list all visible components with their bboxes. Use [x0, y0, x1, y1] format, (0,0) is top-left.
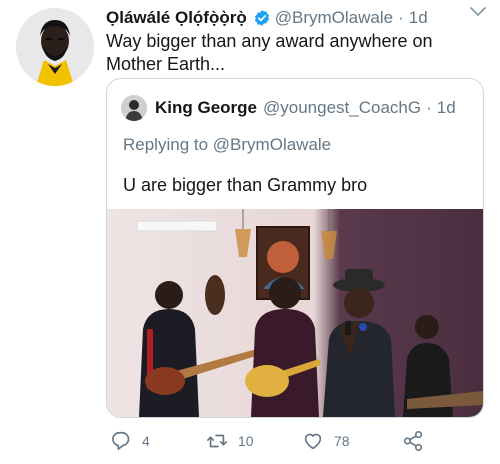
author-avatar[interactable] — [16, 8, 94, 86]
retweet-button[interactable]: 10 — [206, 430, 254, 452]
tweet-time[interactable]: 1d — [409, 8, 428, 28]
author-name[interactable]: Ọláwálé Ọlọ́fọ̀ọ̀rọ̀ — [106, 8, 247, 28]
retweet-count: 10 — [238, 433, 254, 449]
share-button[interactable] — [402, 430, 424, 452]
quoted-tweet[interactable]: King George @youngest_CoachG · 1d Replyi… — [106, 78, 484, 418]
reply-count: 4 — [142, 433, 150, 449]
replying-mention[interactable]: @BrymOlawale — [213, 135, 331, 154]
quoted-time[interactable]: 1d — [437, 98, 456, 118]
separator: · — [398, 8, 404, 27]
tweet-header: Ọláwálé Ọlọ́fọ̀ọ̀rọ̀ @BrymOlawale · 1d — [106, 6, 490, 30]
author-handle[interactable]: @BrymOlawale — [275, 8, 393, 28]
share-icon — [403, 431, 423, 451]
like-icon — [304, 433, 322, 450]
like-count: 78 — [334, 433, 350, 449]
replying-to: Replying to @BrymOlawale — [123, 135, 331, 155]
quoted-author-handle[interactable]: @youngest_CoachG — [263, 98, 421, 118]
quoted-separator: · — [426, 98, 432, 117]
quoted-avatar — [121, 95, 147, 121]
quoted-header: King George @youngest_CoachG · 1d — [121, 95, 456, 121]
reply-button[interactable]: 4 — [110, 430, 150, 452]
action-bar: 4 10 78 — [106, 430, 484, 460]
quoted-author-name[interactable]: King George — [155, 98, 257, 118]
quoted-photo[interactable] — [107, 209, 483, 417]
retweet-icon — [207, 434, 227, 448]
like-button[interactable]: 78 — [302, 430, 350, 452]
quoted-text: U are bigger than Grammy bro — [123, 175, 368, 195]
replying-prefix: Replying to — [123, 135, 209, 154]
reply-icon — [112, 431, 130, 451]
chevron-down-icon[interactable] — [468, 4, 488, 20]
verified-badge-icon — [254, 10, 269, 26]
tweet-text: Way bigger than any award anywhere on Mo… — [106, 31, 433, 74]
